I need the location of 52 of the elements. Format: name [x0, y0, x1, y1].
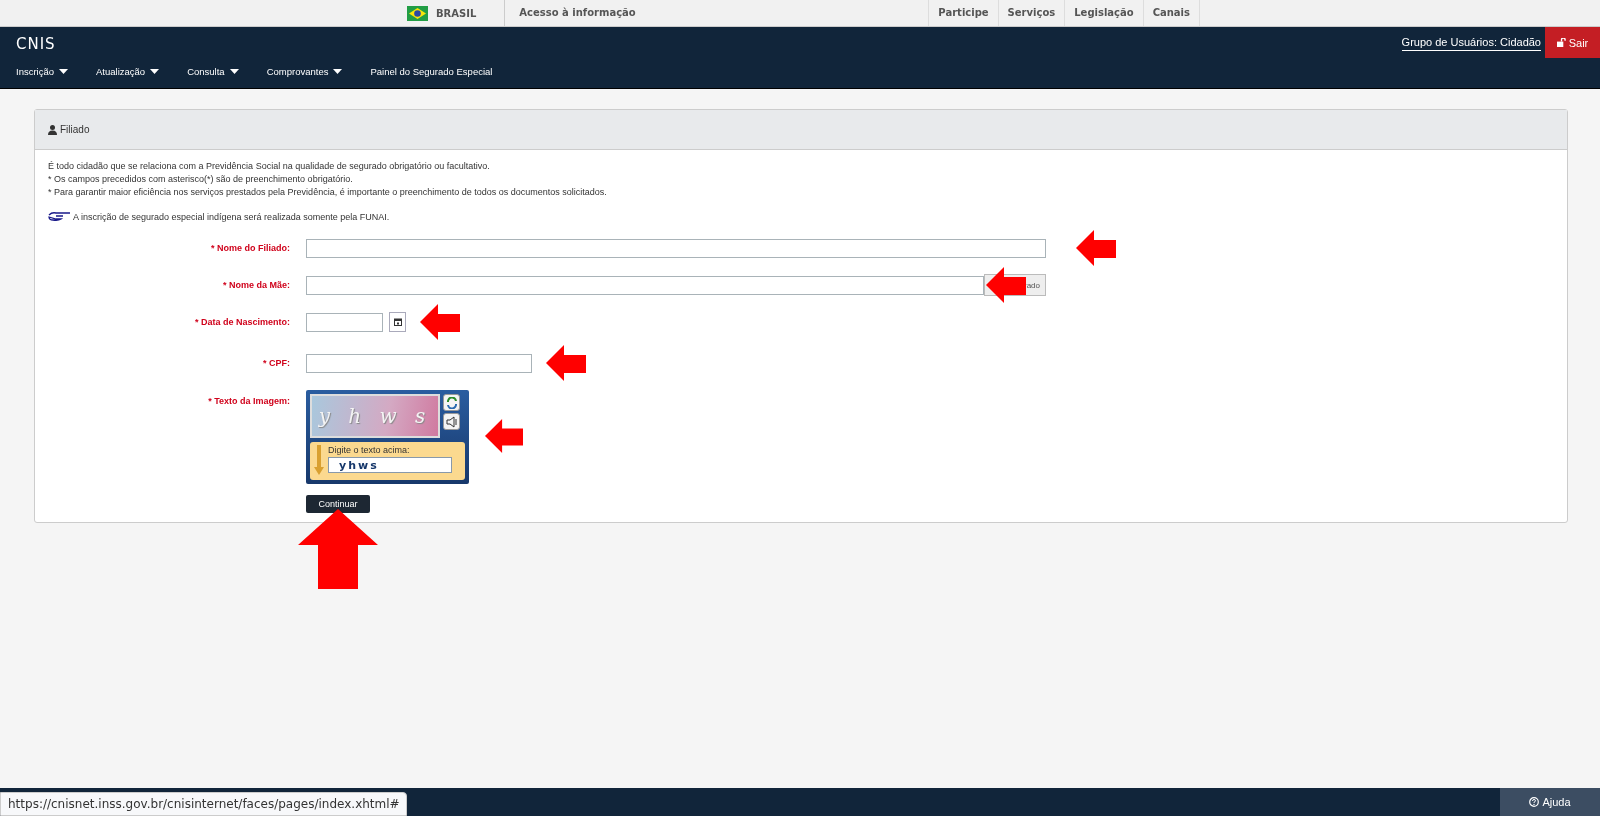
text-field[interactable] [306, 353, 532, 373]
calendar-button[interactable] [389, 312, 406, 332]
field-label: * Texto da Imagem: [207, 396, 291, 406]
logout-button[interactable]: Sair [1545, 27, 1600, 58]
pointer-arrow-icon [546, 343, 586, 383]
menu-item[interactable]: Atualização [96, 59, 160, 83]
nav-link[interactable]: Participe [928, 0, 998, 26]
text-field[interactable] [306, 238, 1046, 258]
captcha-prompt: Digite o texto acima: [328, 445, 411, 455]
menu-item[interactable]: Painel do Segurado Especial [370, 59, 493, 83]
field-label: * CPF: [262, 358, 291, 368]
field-label: * Nome da Mãe: [221, 280, 291, 290]
continue-button[interactable]: Continuar [306, 495, 370, 513]
pointer-arrow-icon [298, 509, 378, 589]
info-text: * Para garantir maior eficiência nos serviços prestados pela Previdência, é importante o preenchimento de todos os documentos solicitados. [48, 186, 608, 199]
user-group-label: Grupo de Usuários: Cidadão [1401, 36, 1541, 51]
captcha-image: y h w s [310, 394, 440, 438]
field-label: * Data de Nascimento: [193, 317, 291, 327]
access-link[interactable]: Acesso à informação [504, 0, 636, 26]
menu-item[interactable]: Comprovantes [266, 59, 343, 83]
menu-item[interactable]: Consulta [187, 59, 239, 83]
status-url: https://cnisnet.inss.gov.br/cnisinternet/faces/pages/index.xhtml# [0, 792, 407, 816]
refresh-icon [445, 396, 458, 409]
text-field[interactable] [306, 275, 984, 295]
date-field[interactable] [306, 312, 383, 332]
info-text: É todo cidadão que se relaciona com a Previdência Social na qualidade de segurado obrigatório ou facultativo. [48, 160, 491, 173]
pointer-arrow-icon [986, 265, 1026, 305]
help-button[interactable]: Ajuda [1500, 788, 1600, 816]
panel-title: Filiado [60, 124, 90, 135]
pointer-arrow-icon [483, 417, 525, 455]
nav-link[interactable]: Legislação [1064, 0, 1143, 26]
field-label: * Nome do Filiado: [210, 243, 291, 253]
refresh-button[interactable] [443, 394, 460, 411]
pointer-arrow-icon [1076, 228, 1116, 268]
user-icon [48, 124, 57, 135]
info-text: * Os campos precedidos com asterisco(*) são de preenchimento obrigatório. [48, 173, 354, 186]
unlock-icon [1556, 38, 1566, 47]
captcha-field[interactable]: yhws [328, 457, 452, 473]
pointing-hand-icon [48, 211, 72, 222]
down-arrow-icon [314, 445, 324, 475]
logo[interactable]: CNIS [0, 27, 56, 59]
menu-item[interactable]: Inscrição [16, 59, 68, 83]
help-icon [1529, 797, 1540, 807]
country-link[interactable]: BRASIL [436, 7, 477, 19]
pointer-arrow-icon [420, 302, 460, 342]
calendar-icon [393, 318, 402, 326]
nav-link[interactable]: Canais [1142, 0, 1200, 26]
audio-button[interactable] [443, 413, 460, 430]
flag-icon [407, 5, 428, 21]
speaker-icon [445, 415, 458, 428]
notice-text: A inscrição de segurado especial indígena será realizada somente pela FUNAI. [73, 211, 390, 222]
nav-link[interactable]: Serviços [997, 0, 1065, 26]
